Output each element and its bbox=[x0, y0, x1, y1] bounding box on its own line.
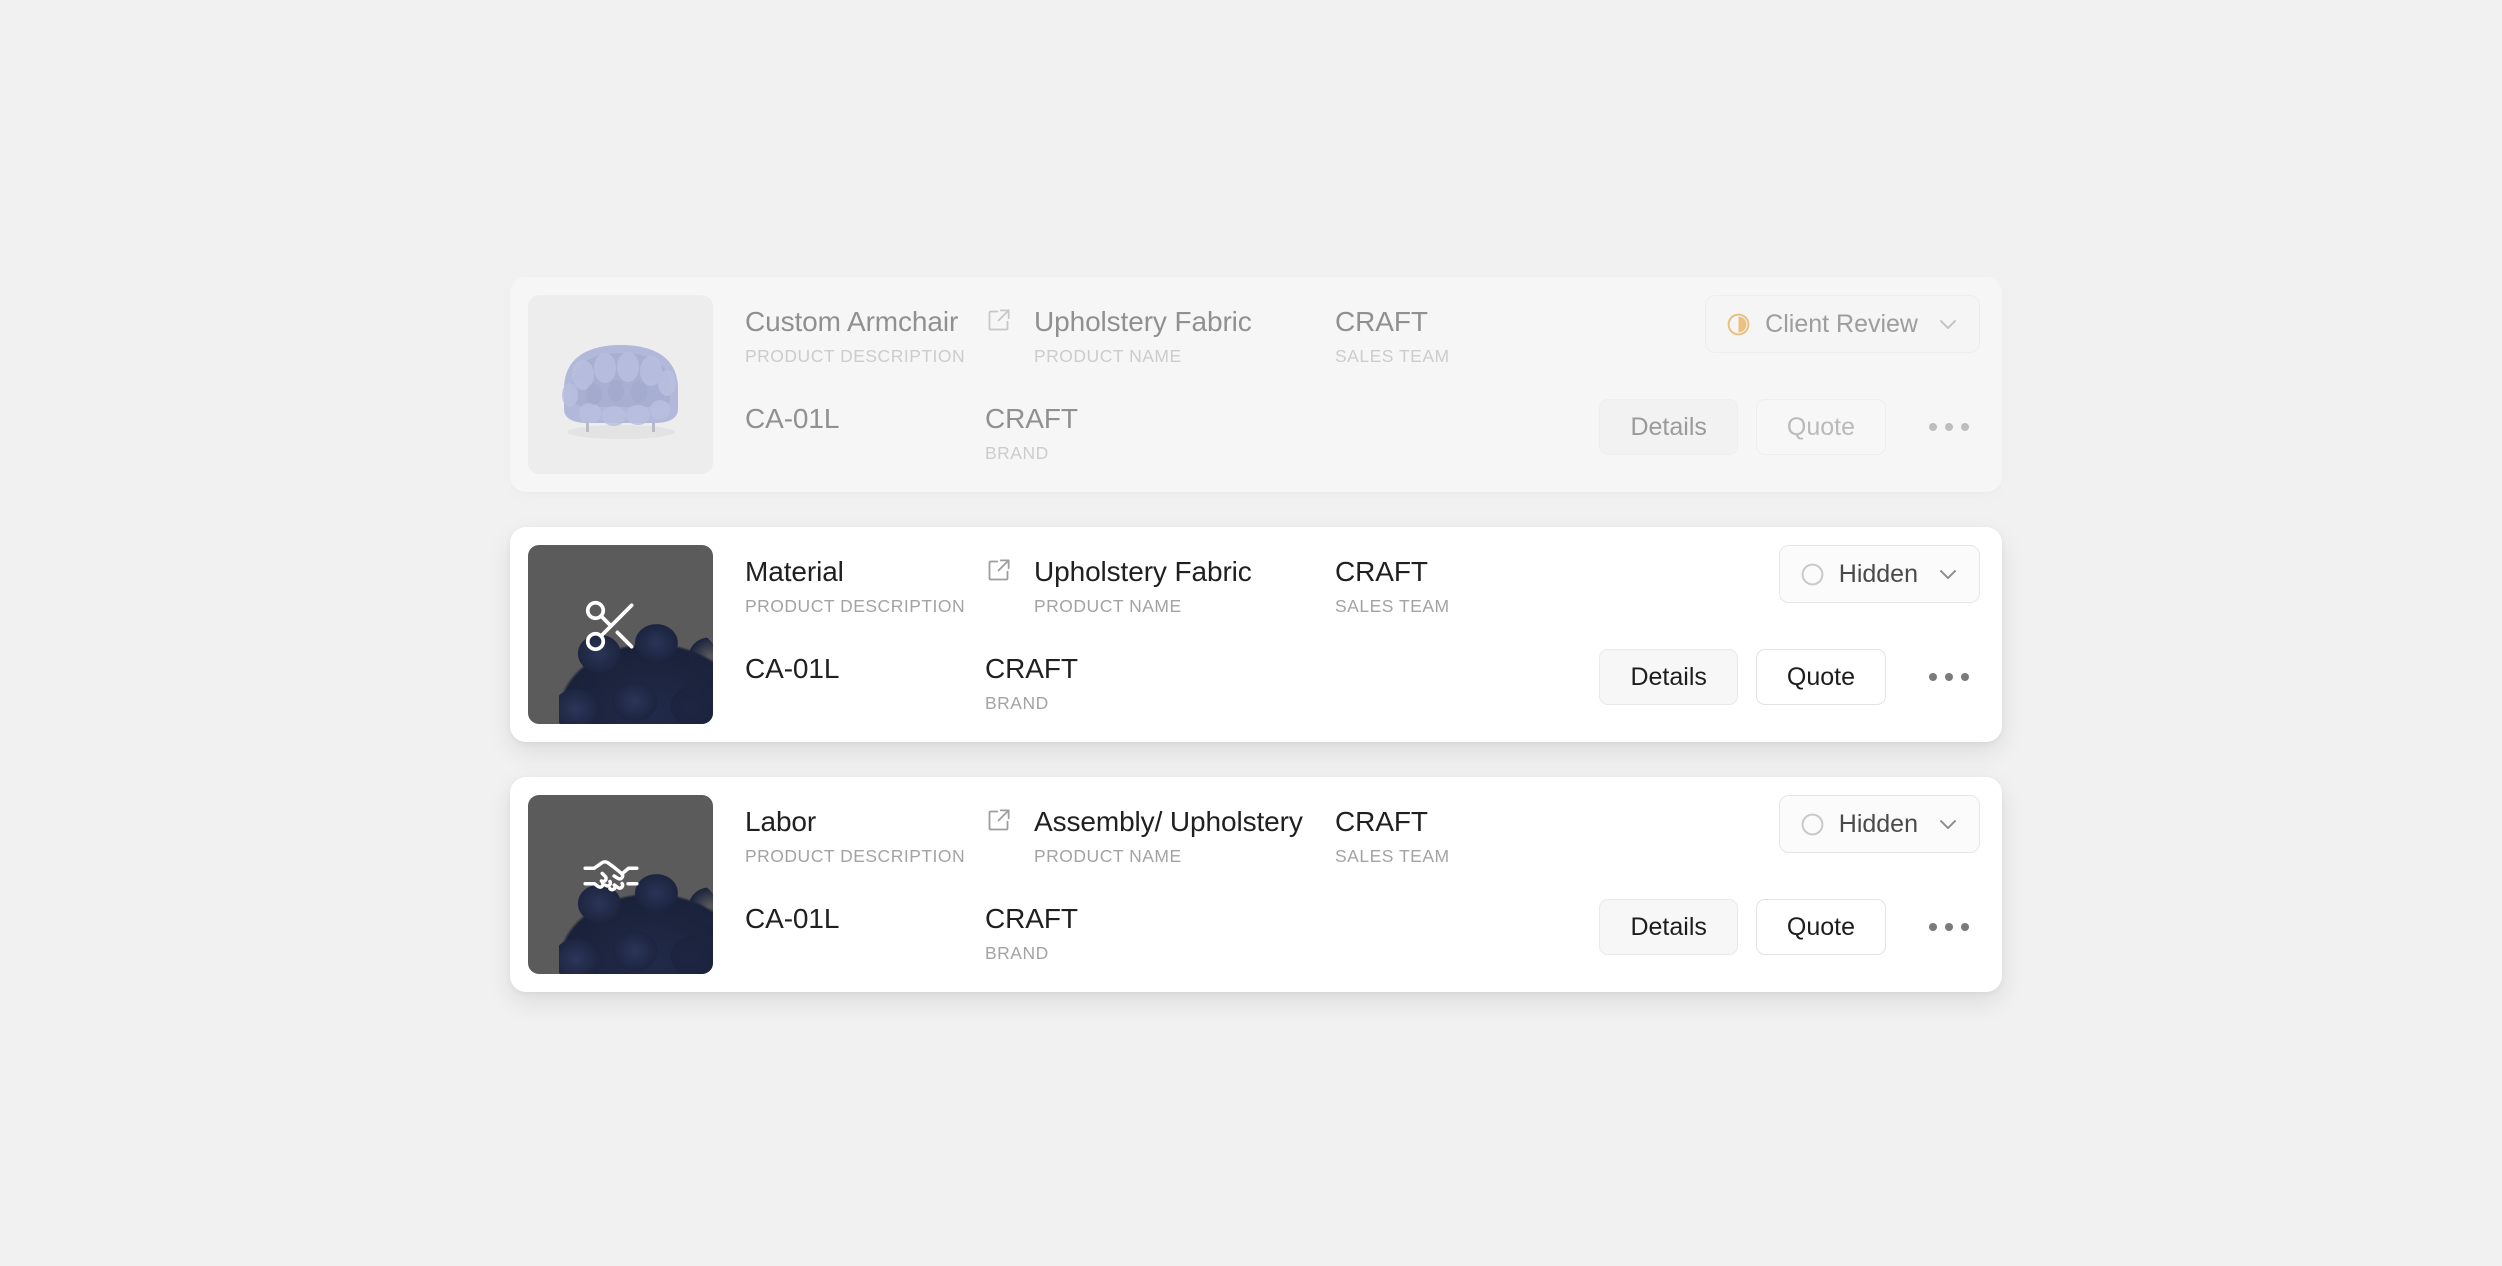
empty-circle-icon bbox=[1800, 562, 1825, 587]
action-button-row: Details Quote bbox=[1599, 899, 1984, 955]
product-name-value: Upholstery Fabric bbox=[1034, 306, 1252, 337]
external-link-icon[interactable] bbox=[985, 557, 1012, 584]
empty-circle-icon bbox=[1800, 812, 1825, 837]
product-description-label: PRODUCT DESCRIPTION bbox=[745, 596, 966, 616]
status-label: Hidden bbox=[1838, 809, 1918, 838]
scissors-icon bbox=[580, 595, 642, 657]
sales-team-value: CRAFT bbox=[1335, 306, 1428, 337]
product-description-label: PRODUCT DESCRIPTION bbox=[745, 346, 966, 366]
column-actions: Hidden Details Quote bbox=[1550, 545, 1984, 724]
product-name-group: Upholstery Fabric PRODUCT NAME CRAFT BRA… bbox=[985, 305, 1252, 474]
product-thumbnail[interactable] bbox=[528, 795, 713, 974]
product-name-group: Upholstery Fabric PRODUCT NAME CRAFT BRA… bbox=[985, 555, 1252, 724]
brand-group: CRAFT BRAND bbox=[985, 652, 1078, 714]
product-line-item-list: Custom Armchair PRODUCT DESCRIPTION CA-0… bbox=[510, 277, 2002, 1027]
sales-team-label: SALES TEAM bbox=[1335, 846, 1450, 866]
quote-button[interactable]: Quote bbox=[1755, 649, 1886, 705]
status-label: Hidden bbox=[1838, 559, 1918, 588]
brand-label: BRAND bbox=[985, 443, 1049, 463]
column-actions: Client Review Details Quote bbox=[1550, 295, 1984, 474]
product-name-label: PRODUCT NAME bbox=[1034, 846, 1182, 866]
details-button[interactable]: Details bbox=[1599, 649, 1738, 705]
quote-button[interactable]: Quote bbox=[1755, 399, 1886, 455]
product-name-label: PRODUCT NAME bbox=[1034, 346, 1182, 366]
chevron-down-icon[interactable] bbox=[1934, 810, 1962, 838]
action-button-row: Details Quote bbox=[1599, 649, 1984, 705]
sales-team-value: CRAFT bbox=[1335, 556, 1428, 587]
more-options-icon[interactable] bbox=[1914, 899, 1984, 955]
more-options-icon[interactable] bbox=[1914, 399, 1984, 455]
chevron-down-icon[interactable] bbox=[1934, 560, 1962, 588]
quote-button[interactable]: Quote bbox=[1755, 899, 1886, 955]
product-thumbnail[interactable] bbox=[528, 545, 713, 724]
product-sku-value: CA-01L bbox=[745, 653, 840, 684]
external-link-icon[interactable] bbox=[985, 307, 1012, 334]
details-button[interactable]: Details bbox=[1599, 899, 1738, 955]
handshake-icon bbox=[580, 845, 642, 907]
column-sales-team: CRAFT SALES TEAM bbox=[1335, 545, 1550, 724]
status-dropdown[interactable]: Hidden bbox=[1778, 545, 1980, 603]
column-product-description: Custom Armchair PRODUCT DESCRIPTION CA-0… bbox=[745, 295, 985, 474]
brand-label: BRAND bbox=[985, 943, 1049, 963]
brand-value: CRAFT bbox=[985, 653, 1078, 684]
product-sku-group: CA-01L bbox=[745, 402, 839, 436]
status-dropdown[interactable]: Client Review bbox=[1705, 295, 1980, 353]
brand-label: BRAND bbox=[985, 693, 1049, 713]
column-product-description: Material PRODUCT DESCRIPTION CA-01L bbox=[745, 545, 985, 724]
product-name-value: Upholstery Fabric bbox=[1034, 556, 1252, 587]
sales-team-value: CRAFT bbox=[1335, 806, 1428, 837]
column-product-name: Assembly/ Upholstery PRODUCT NAME CRAFT … bbox=[985, 795, 1335, 974]
column-product-name: Upholstery Fabric PRODUCT NAME CRAFT BRA… bbox=[985, 545, 1335, 724]
column-product-name: Upholstery Fabric PRODUCT NAME CRAFT BRA… bbox=[985, 295, 1335, 474]
product-description-label: PRODUCT DESCRIPTION bbox=[745, 846, 966, 866]
brand-group: CRAFT BRAND bbox=[985, 402, 1078, 464]
sales-team-label: SALES TEAM bbox=[1335, 596, 1450, 616]
sales-team-label: SALES TEAM bbox=[1335, 346, 1450, 366]
action-button-row: Details Quote bbox=[1599, 399, 1984, 455]
column-actions: Hidden Details Quote bbox=[1550, 795, 1984, 974]
product-sku-value: CA-01L bbox=[745, 403, 840, 434]
product-sku-group: CA-01L bbox=[745, 652, 839, 686]
half-filled-circle-icon bbox=[1726, 312, 1751, 337]
chevron-down-icon[interactable] bbox=[1934, 310, 1962, 338]
brand-group: CRAFT BRAND bbox=[985, 902, 1078, 964]
product-line-item-card[interactable]: Custom Armchair PRODUCT DESCRIPTION CA-0… bbox=[510, 277, 2002, 492]
page-root: Custom Armchair PRODUCT DESCRIPTION CA-0… bbox=[0, 0, 2502, 1266]
product-thumbnail[interactable] bbox=[528, 295, 713, 474]
status-dropdown[interactable]: Hidden bbox=[1778, 795, 1980, 853]
product-sku-group: CA-01L bbox=[745, 902, 839, 936]
column-sales-team: CRAFT SALES TEAM bbox=[1335, 795, 1550, 974]
brand-value: CRAFT bbox=[985, 903, 1078, 934]
product-description-value: Custom Armchair bbox=[745, 306, 959, 337]
product-line-item-card[interactable]: Labor PRODUCT DESCRIPTION CA-01L Assembl… bbox=[510, 777, 2002, 992]
column-sales-team: CRAFT SALES TEAM bbox=[1335, 295, 1550, 474]
column-product-description: Labor PRODUCT DESCRIPTION CA-01L bbox=[745, 795, 985, 974]
brand-value: CRAFT bbox=[985, 403, 1078, 434]
more-options-icon[interactable] bbox=[1914, 649, 1984, 705]
details-button[interactable]: Details bbox=[1599, 399, 1738, 455]
product-sku-value: CA-01L bbox=[745, 903, 840, 934]
armchair-illustration-icon bbox=[550, 337, 692, 441]
product-name-label: PRODUCT NAME bbox=[1034, 596, 1182, 616]
external-link-icon[interactable] bbox=[985, 807, 1012, 834]
product-line-item-card[interactable]: Material PRODUCT DESCRIPTION CA-01L Upho… bbox=[510, 527, 2002, 742]
status-label: Client Review bbox=[1765, 309, 1918, 338]
product-description-value: Material bbox=[745, 556, 844, 587]
product-description-value: Labor bbox=[745, 806, 817, 837]
product-name-group: Assembly/ Upholstery PRODUCT NAME CRAFT … bbox=[985, 805, 1303, 974]
product-name-value: Assembly/ Upholstery bbox=[1034, 806, 1303, 837]
